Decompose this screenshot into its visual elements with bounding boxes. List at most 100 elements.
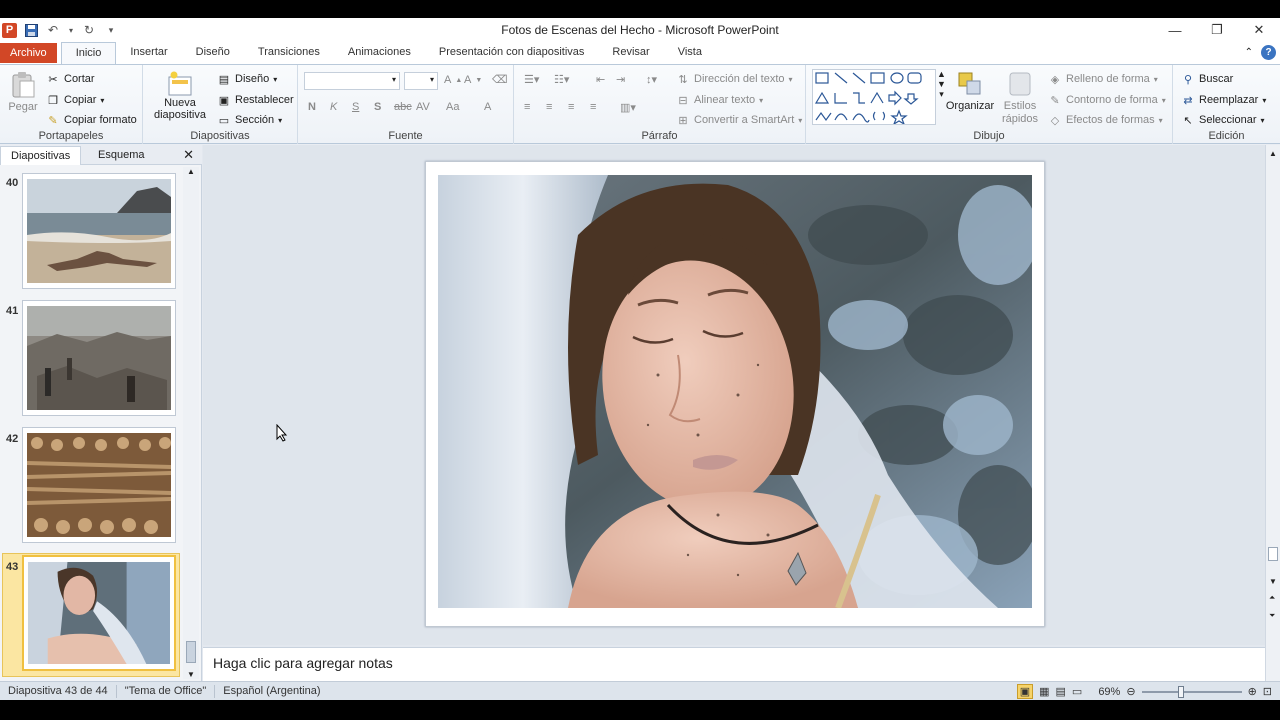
tab-diseno[interactable]: Diseño [182, 42, 244, 64]
minimize-icon[interactable]: — [1154, 18, 1196, 42]
normal-view-icon[interactable]: ▣ [1016, 684, 1034, 699]
align-text-button[interactable]: ⊟ Alinear texto ▾ [676, 93, 763, 107]
close-icon[interactable]: ✕ [1238, 18, 1280, 42]
thumbnails-scrollbar[interactable]: ▲ ▼ [183, 167, 199, 679]
slide-thumbnail-42[interactable] [22, 427, 176, 543]
close-pane-icon[interactable]: ✕ [183, 147, 194, 163]
tab-outline[interactable]: Esquema [88, 146, 154, 165]
portrait-image [28, 562, 170, 664]
undo-icon[interactable]: ↶ [45, 22, 61, 38]
tab-presentacion[interactable]: Presentación con diapositivas [425, 42, 599, 64]
scroll-thumb[interactable] [1268, 547, 1278, 561]
copy-button[interactable]: ❐ Copiar ▾ [46, 93, 104, 107]
gallery-scroll[interactable]: ▲ ▼ ▾ [937, 69, 946, 100]
char-spacing-button[interactable]: AV [416, 101, 430, 113]
restore-icon[interactable]: ❐ [1196, 18, 1238, 42]
customize-toolbar-icon[interactable]: ▾ [103, 22, 119, 38]
numbering-icon[interactable]: ☷▾ [554, 73, 569, 86]
tab-inicio[interactable]: Inicio [60, 42, 117, 64]
font-color-button[interactable]: A [484, 101, 491, 113]
font-family-combo[interactable]: ▾ [304, 72, 400, 90]
fit-to-window-icon[interactable]: ⊡ [1263, 685, 1272, 698]
current-slide[interactable] [425, 161, 1045, 627]
scroll-thumb[interactable] [186, 641, 196, 663]
clear-format-icon[interactable]: ⌫ [492, 73, 508, 86]
bold-button[interactable]: N [308, 101, 316, 113]
tab-vista[interactable]: Vista [664, 42, 716, 64]
tab-archivo[interactable]: Archivo [0, 43, 57, 63]
powerpoint-logo-icon[interactable]: P [2, 22, 17, 38]
tab-transiciones[interactable]: Transiciones [244, 42, 334, 64]
reset-button[interactable]: ▣ Restablecer [217, 93, 294, 107]
layout-label: Diseño [235, 73, 270, 85]
underline-button[interactable]: S [352, 101, 359, 113]
tab-revisar[interactable]: Revisar [598, 42, 663, 64]
quick-styles-label-2: rápidos [1001, 113, 1039, 125]
notes-pane[interactable]: Haga clic para agregar notas [203, 647, 1265, 681]
line-spacing-icon[interactable]: ↕▾ [646, 73, 657, 86]
select-button[interactable]: ↖ Seleccionar ▾ [1181, 113, 1264, 127]
slide-photo[interactable] [438, 175, 1032, 608]
save-icon[interactable] [23, 22, 39, 38]
collapse-ribbon-icon[interactable]: ⌃ [1245, 47, 1253, 58]
smartart-button[interactable]: ⊞ Convertir a SmartArt ▾ [676, 113, 802, 127]
arrange-button[interactable]: Organizar [946, 71, 994, 112]
find-button[interactable]: ⚲ Buscar [1181, 72, 1233, 86]
columns-icon[interactable]: ▥▾ [620, 101, 636, 114]
format-painter-button[interactable]: ✎ Copiar formato [46, 113, 136, 127]
zoom-in-icon[interactable]: ⊕ [1248, 685, 1257, 698]
reading-view-icon[interactable]: ▤ [1056, 685, 1066, 698]
editor-scrollbar[interactable]: ▲ ▼ ⏶ ⏷ [1265, 145, 1280, 681]
text-direction-button[interactable]: ⇅ Dirección del texto ▾ [676, 72, 792, 86]
shadow-button[interactable]: S [374, 101, 381, 113]
scroll-up-icon[interactable]: ▲ [187, 167, 195, 176]
slideshow-icon[interactable]: ▭ [1072, 685, 1082, 698]
change-case-button[interactable]: Aa [446, 101, 459, 113]
section-button[interactable]: ▭ Sección ▾ [217, 113, 282, 127]
italic-button[interactable]: K [330, 101, 337, 113]
decrease-indent-icon[interactable]: ⇤ [596, 73, 605, 86]
cut-button[interactable]: ✂ Cortar [46, 72, 94, 86]
quick-styles-button[interactable]: Estilos rápidos [1000, 71, 1040, 125]
scroll-down-icon[interactable]: ▼ [187, 670, 195, 679]
shrink-font-button[interactable]: A ▼ [464, 74, 482, 86]
theme-name[interactable]: "Tema de Office" [117, 684, 216, 698]
scroll-down-icon[interactable]: ▼ [1269, 577, 1277, 586]
redo-icon[interactable]: ↻ [81, 22, 97, 38]
zoom-out-icon[interactable]: ⊖ [1126, 685, 1135, 698]
shape-outline-button[interactable]: ✎ Contorno de forma ▾ [1048, 93, 1165, 107]
zoom-slider[interactable] [1141, 685, 1242, 698]
zoom-level[interactable]: 69% [1098, 686, 1120, 698]
language-indicator[interactable]: Español (Argentina) [215, 685, 328, 698]
slide-thumbnail-43[interactable] [22, 555, 176, 671]
scroll-up-icon[interactable]: ▲ [1269, 149, 1277, 158]
increase-indent-icon[interactable]: ⇥ [616, 73, 625, 86]
align-left-icon[interactable]: ≡ [524, 101, 530, 113]
dropdown-arrow-icon[interactable]: ▾ [67, 22, 75, 38]
strikethrough-button[interactable]: abc [394, 101, 412, 113]
next-slide-icon[interactable]: ⏷ [1269, 611, 1275, 621]
replace-button[interactable]: ⇄ Reemplazar ▾ [1181, 93, 1266, 107]
tab-insertar[interactable]: Insertar [116, 42, 181, 64]
shape-fill-button[interactable]: ◈ Relleno de forma ▾ [1048, 72, 1158, 86]
notes-placeholder[interactable]: Haga clic para agregar notas [213, 655, 393, 671]
new-slide-button[interactable]: Nueva diapositiva [149, 71, 211, 121]
shapes-gallery[interactable] [812, 69, 936, 125]
help-icon[interactable]: ? [1261, 45, 1276, 60]
font-size-combo[interactable]: ▾ [404, 72, 438, 90]
layout-button[interactable]: ▤ Diseño ▾ [217, 72, 277, 86]
zoom-slider-thumb[interactable] [1177, 685, 1184, 698]
tab-animaciones[interactable]: Animaciones [334, 42, 425, 64]
slide-thumbnail-41[interactable] [22, 300, 176, 416]
previous-slide-icon[interactable]: ⏶ [1269, 593, 1275, 603]
slide-sorter-icon[interactable]: ▦ [1039, 685, 1049, 698]
align-center-icon[interactable]: ≡ [546, 101, 552, 113]
grow-font-button[interactable]: A ▲ [444, 74, 462, 86]
align-right-icon[interactable]: ≡ [568, 101, 574, 113]
tab-slides[interactable]: Diapositivas [0, 146, 82, 165]
bullets-icon[interactable]: ☰▾ [524, 73, 539, 86]
shape-effects-button[interactable]: ◇ Efectos de formas ▾ [1048, 113, 1163, 127]
slide-thumbnail-40[interactable] [22, 173, 176, 289]
paste-button[interactable]: Pegar [6, 71, 40, 113]
justify-icon[interactable]: ≡ [590, 101, 596, 113]
